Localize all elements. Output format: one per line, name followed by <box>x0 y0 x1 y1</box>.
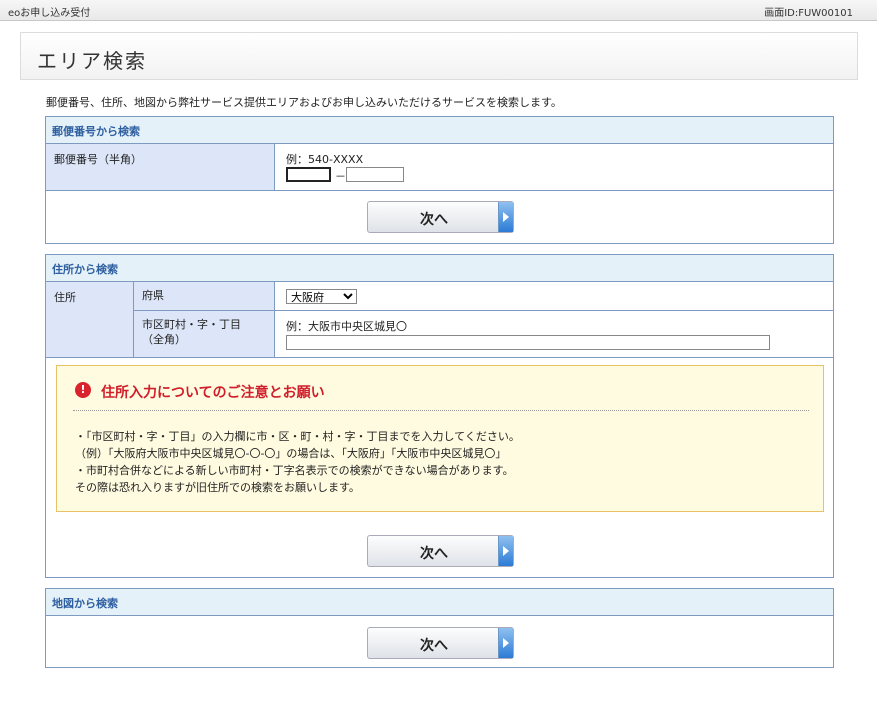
postal-section-header: 郵便番号から検索 <box>46 117 833 144</box>
notice-title: 住所入力についてのご注意とお願い <box>101 385 325 401</box>
pref-label: 府県 <box>142 289 164 302</box>
notice-line: その際は恐れ入りますが旧住所での検索をお願いします。 <box>75 481 360 494</box>
postal-search-section: 郵便番号から検索 郵便番号（半角） 例：540-XXXX － 次へ <box>45 116 834 244</box>
address-section-heading: 住所から検索 <box>52 263 118 276</box>
screen-id: 画面ID:FUW00101 <box>764 8 853 19</box>
row-divider <box>275 310 833 311</box>
address-group-label: 住所 <box>54 291 76 304</box>
top-bar: eoお申し込み受付 画面ID:FUW00101 <box>0 0 877 21</box>
address-section-header: 住所から検索 <box>46 255 833 282</box>
intro-text: 郵便番号、住所、地図から弊社サービス提供エリアおよびお申し込みいただけるサービス… <box>46 96 562 109</box>
postal-separator: － <box>335 170 346 183</box>
postal-hint: 例：540-XXXX <box>286 153 364 166</box>
map-next-button[interactable]: 次へ <box>367 627 514 659</box>
address-group-label-cell: 住所 <box>46 282 134 357</box>
postal-label-cell: 郵便番号（半角） <box>46 144 275 190</box>
postal-label: 郵便番号（半角） <box>54 153 142 166</box>
pref-label-cell: 府県 <box>134 282 275 311</box>
postal-row: 郵便番号（半角） 例：540-XXXX － <box>46 144 833 191</box>
notice-text: ・「市区町村・字・丁目」の入力欄に市・区・町・村・字・丁目までを入力してください… <box>75 428 520 496</box>
notice-line: ・「市区町村・字・丁目」の入力欄に市・区・町・村・字・丁目までを入力してください… <box>75 430 520 443</box>
page-title: エリア検索 <box>37 49 147 73</box>
page-title-box: エリア検索 <box>20 32 858 80</box>
arrow-right-icon <box>498 628 513 658</box>
address-next-button[interactable]: 次へ <box>367 535 514 567</box>
notice-line: （例）「大阪府大阪市中央区城見〇-〇-〇」の場合は、「大阪府」「大阪市中央区城見… <box>75 447 507 460</box>
city-label: 市区町村・字・丁目 （全角） <box>142 318 241 346</box>
city-label-cell: 市区町村・字・丁目 （全角） <box>134 311 275 357</box>
notice-divider <box>73 410 809 411</box>
city-input[interactable] <box>286 335 770 350</box>
prefecture-select[interactable]: 大阪府 <box>286 289 357 304</box>
postal-code-second-input[interactable] <box>346 167 404 182</box>
app-title: eoお申し込み受付 <box>8 8 91 19</box>
postal-section-heading: 郵便番号から検索 <box>52 125 140 138</box>
map-section-heading: 地図から検索 <box>52 597 118 610</box>
notice-line: ・市町村合併などによる新しい市町村・丁字名表示での検索ができない場合があります。 <box>75 464 514 477</box>
address-search-section: 住所から検索 住所 府県 大阪府 市区町村・字・丁目 （全角） 例：大阪市中央区… <box>45 254 834 578</box>
postal-next-button[interactable]: 次へ <box>367 201 514 233</box>
postal-next-label: 次へ <box>420 212 448 228</box>
address-notice-box: ! 住所入力についてのご注意とお願い ・「市区町村・字・丁目」の入力欄に市・区・… <box>56 365 824 512</box>
arrow-right-icon <box>498 536 513 566</box>
alert-icon: ! <box>75 382 91 398</box>
postal-code-first-input[interactable] <box>286 167 331 182</box>
map-next-label: 次へ <box>420 638 448 654</box>
city-hint: 例：大阪市中央区城見〇 <box>286 320 407 333</box>
map-search-section: 地図から検索 次へ <box>45 588 834 668</box>
map-section-header: 地図から検索 <box>46 589 833 616</box>
arrow-right-icon <box>498 202 513 232</box>
address-next-label: 次へ <box>420 546 448 562</box>
address-rows: 住所 府県 大阪府 市区町村・字・丁目 （全角） 例：大阪市中央区城見〇 <box>46 282 833 358</box>
